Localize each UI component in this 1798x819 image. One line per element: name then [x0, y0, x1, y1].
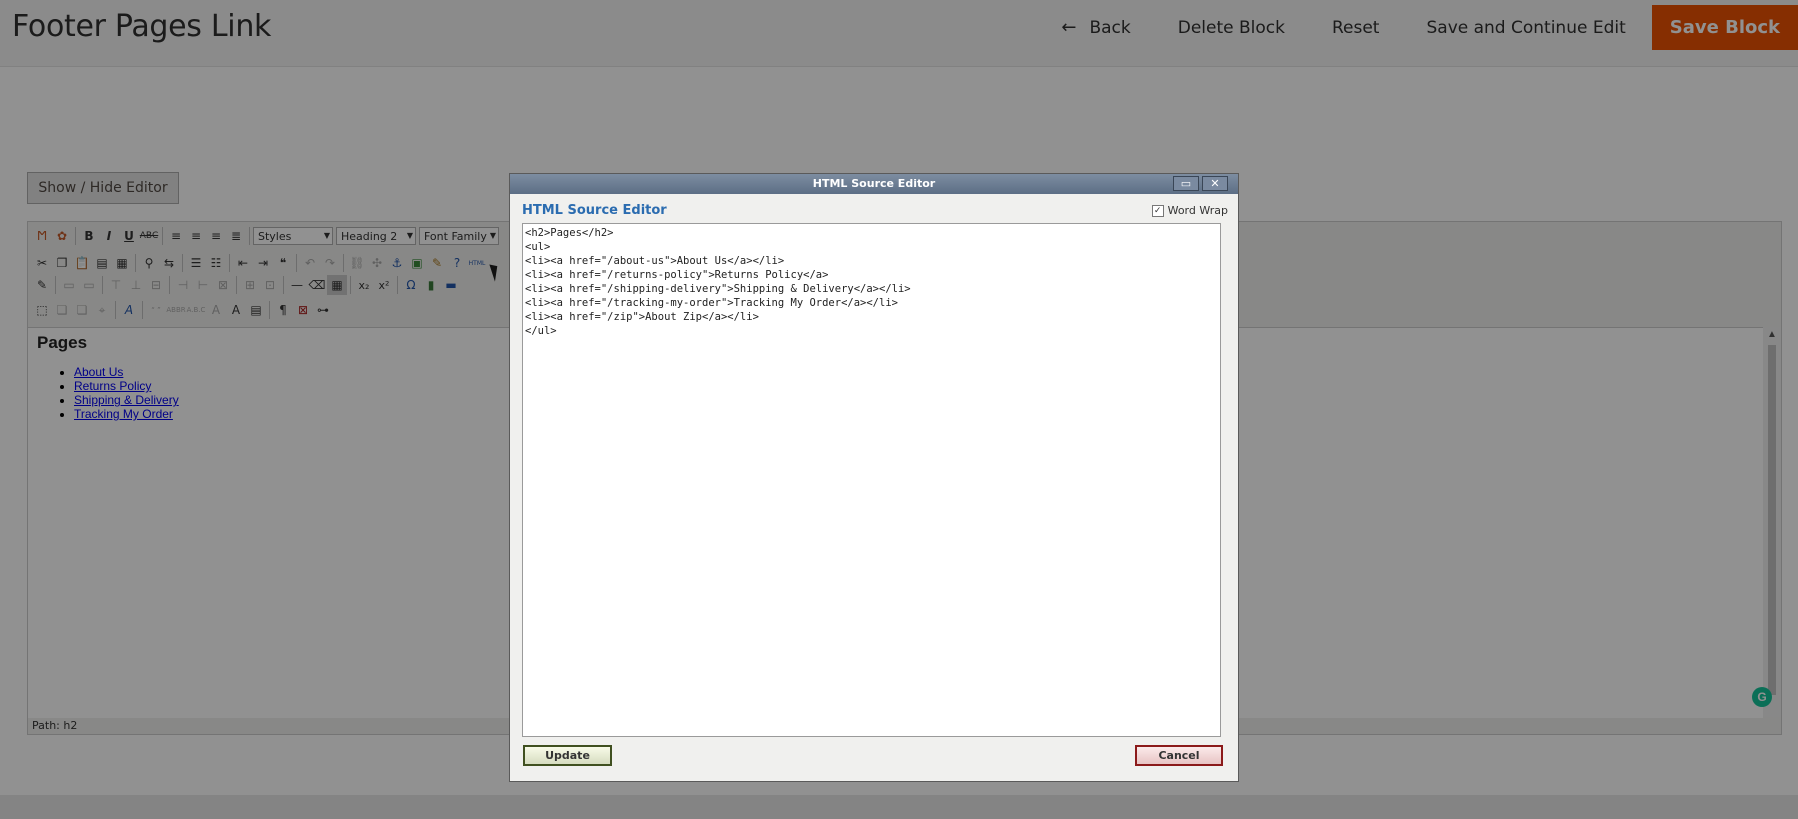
close-icon[interactable]: ✕	[1202, 176, 1228, 191]
source-line: </ul>	[525, 325, 557, 337]
cancel-button[interactable]: Cancel	[1135, 745, 1223, 766]
source-line: <li><a href="/about-us">About Us</a></li…	[525, 255, 785, 267]
update-button[interactable]: Update	[523, 745, 612, 766]
source-line: <h2>Pages</h2>	[525, 227, 614, 239]
word-wrap-label: Word Wrap	[1167, 204, 1228, 217]
maximize-icon[interactable]: ▭	[1173, 176, 1199, 191]
dialog-titlebar[interactable]: HTML Source Editor	[510, 174, 1238, 194]
html-source-dialog: HTML Source Editor ▭ ✕ HTML Source Edito…	[509, 173, 1239, 782]
source-line: <ul>	[525, 241, 551, 253]
source-line: <li><a href="/zip">About Zip</a></li>	[525, 311, 759, 323]
html-source-textarea[interactable]: <h2>Pages</h2> <ul> <li><a href="/about-…	[522, 223, 1221, 737]
dialog-heading: HTML Source Editor	[522, 203, 667, 218]
source-line: <li><a href="/returns-policy">Returns Po…	[525, 269, 829, 281]
source-line: <li><a href="/shipping-delivery">Shippin…	[525, 283, 911, 295]
word-wrap-toggle[interactable]: ✓ Word Wrap	[1151, 204, 1228, 217]
source-line: <li><a href="/tracking-my-order">Trackin…	[525, 297, 898, 309]
word-wrap-checkbox[interactable]: ✓	[1151, 204, 1164, 217]
